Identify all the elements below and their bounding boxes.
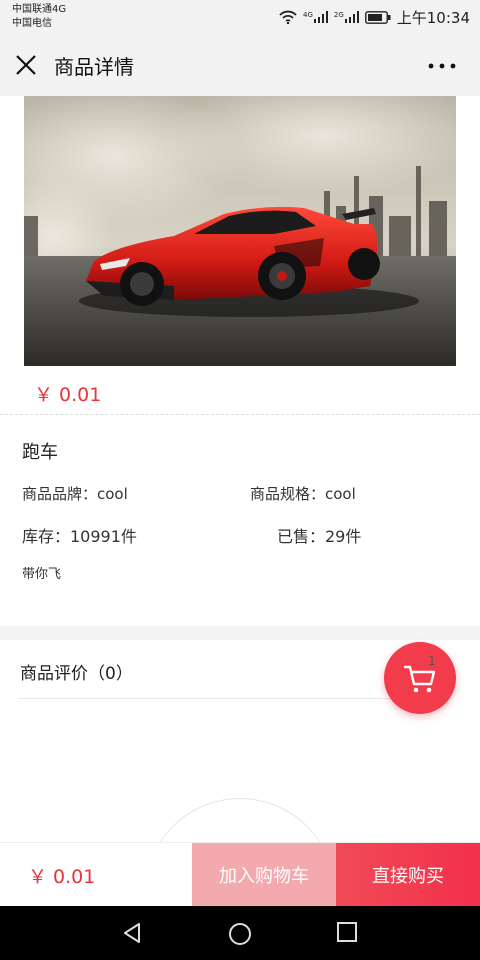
product-image[interactable] [24, 96, 456, 366]
page-title: 商品详情 [54, 55, 134, 79]
bottom-price: ￥ 0.01 [28, 866, 96, 888]
screen: 中国联通4G 中国电信 4G 2G 上午10:34 商品详情 ￥ 0.01 跑车… [0, 0, 480, 960]
cart-icon [404, 665, 436, 693]
product-name: 跑车 [22, 442, 58, 463]
carrier-label-2: 中国电信 [12, 18, 52, 29]
product-price: ￥ 0.01 [34, 384, 102, 406]
dashed-divider [0, 414, 480, 415]
status-bar: 中国联通4G 中国电信 4G 2G 上午10:34 [0, 0, 480, 34]
system-nav-bar [0, 906, 480, 960]
back-icon[interactable] [120, 921, 144, 945]
more-dots-icon[interactable] [428, 63, 456, 69]
battery-icon [364, 10, 391, 24]
buy-now-button[interactable]: 直接购买 [336, 843, 480, 907]
signal-2g-icon: 2G [334, 11, 359, 23]
cart-button[interactable] [384, 642, 456, 714]
wifi-icon [279, 10, 297, 24]
close-icon[interactable] [14, 53, 38, 77]
product-stock: 库存：10991件 [22, 527, 137, 546]
home-icon[interactable] [227, 921, 253, 947]
product-spec: 商品规格：cool [250, 485, 356, 503]
cart-count: 1 [428, 654, 436, 668]
signal-bars-icon-2 [344, 11, 359, 23]
car-photo [24, 96, 456, 366]
reviews-divider [18, 698, 418, 699]
carrier-label-1: 中国联通4G [12, 4, 67, 15]
section-gap [0, 626, 480, 640]
network-label-1: 4G [302, 11, 313, 19]
signal-4g-icon: 4G [303, 11, 328, 23]
bottom-action-bar: ￥ 0.01 加入购物车 直接购买 [0, 842, 480, 907]
add-to-cart-button[interactable]: 加入购物车 [192, 843, 336, 907]
reviews-title[interactable]: 商品评价（0） [20, 659, 133, 684]
product-brand: 商品品牌：cool [22, 485, 128, 503]
product-sold: 已售：29件 [277, 527, 362, 546]
nav-bar: 商品详情 [0, 34, 480, 96]
product-description: 带你飞 [22, 567, 62, 582]
signal-bars-icon [313, 11, 328, 23]
clock: 上午10:34 [396, 8, 470, 27]
status-icons: 4G 2G 上午10:34 [279, 6, 470, 28]
network-label-2: 2G [333, 11, 344, 19]
recent-apps-icon[interactable] [336, 921, 358, 943]
